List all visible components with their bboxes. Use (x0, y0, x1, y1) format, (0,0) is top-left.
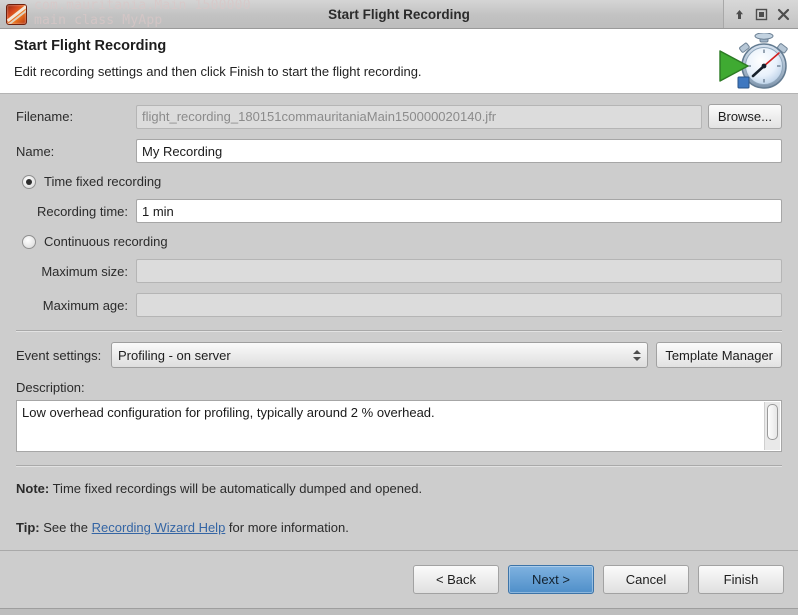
maximum-size-input[interactable] (136, 259, 782, 283)
maximum-size-label: Maximum size: (41, 263, 128, 279)
maximum-age-row: Maximum age: (16, 293, 782, 317)
description-scrollbar[interactable] (764, 402, 780, 450)
description-text: Low overhead configuration for profiling… (22, 405, 435, 420)
time-fixed-label: Time fixed recording (44, 174, 162, 189)
maximize-icon[interactable] (750, 1, 772, 27)
event-settings-value: Profiling - on server (118, 347, 231, 363)
recording-wizard-help-link[interactable]: Recording Wizard Help (92, 520, 226, 535)
separator-above-note (16, 465, 782, 467)
maximum-age-input[interactable] (136, 293, 782, 317)
continuous-radio[interactable] (22, 234, 36, 249)
filename-input[interactable] (136, 104, 702, 129)
page-title: Start Flight Recording (14, 38, 167, 54)
maximum-size-row: Maximum size: (16, 259, 782, 283)
time-fixed-radio-row[interactable]: Time fixed recording (16, 174, 782, 189)
recording-time-input[interactable] (136, 199, 782, 223)
wizard-header: Start Flight Recording Edit recording se… (0, 29, 798, 94)
name-label: Name: (16, 143, 55, 159)
maximum-age-label: Maximum age: (42, 297, 128, 313)
filename-row: Filename: Browse... (16, 104, 782, 129)
continuous-radio-row[interactable]: Continuous recording (16, 234, 782, 249)
tip-text: Tip: See the Recording Wizard Help for m… (16, 520, 782, 535)
note-text: Note: Time fixed recordings will be auto… (16, 481, 782, 496)
window-controls (723, 0, 798, 28)
browse-button[interactable]: Browse... (707, 104, 782, 129)
description-label: Description: (16, 380, 85, 395)
close-icon[interactable] (772, 1, 794, 27)
tip-body-before: See the (39, 520, 92, 535)
cancel-button[interactable]: Cancel (603, 565, 689, 594)
tip-body-after: for more information. (225, 520, 349, 535)
page-subtitle: Edit recording settings and then click F… (14, 64, 422, 79)
chevron-updown-icon (633, 343, 642, 367)
window-title: Start Flight Recording (328, 6, 470, 22)
stopwatch-play-icon (712, 32, 790, 96)
template-manager-button[interactable]: Template Manager (656, 342, 782, 368)
tip-prefix: Tip: (16, 520, 40, 535)
title-bar: com.mauritania.Main 1500000 main class M… (0, 0, 798, 29)
next-button[interactable]: Next > (508, 565, 594, 594)
window-bottom-edge (0, 608, 798, 615)
start-flight-recording-dialog: com.mauritania.Main 1500000 main class M… (0, 0, 798, 615)
note-prefix: Note: (16, 481, 50, 496)
filename-label: Filename: (16, 109, 74, 124)
event-settings-row: Event settings: Profiling - on server Te… (16, 342, 782, 368)
back-button[interactable]: < Back (413, 565, 499, 594)
finish-button[interactable]: Finish (698, 565, 784, 594)
event-settings-dropdown[interactable]: Profiling - on server (111, 342, 649, 368)
event-settings-label: Event settings: (16, 347, 102, 363)
recording-time-row: Recording time: (16, 199, 782, 223)
dialog-body: Filename: Browse... Name: Time fixed rec… (0, 94, 798, 550)
continuous-label: Continuous recording (44, 234, 168, 249)
description-textarea[interactable]: Low overhead configuration for profiling… (16, 400, 782, 452)
name-input[interactable] (136, 139, 782, 163)
note-body: Time fixed recordings will be automatica… (49, 481, 423, 496)
shade-up-arrow-icon[interactable] (728, 1, 750, 27)
dialog-button-bar: < Back Next > Cancel Finish (0, 550, 798, 608)
recording-time-label: Recording time: (36, 203, 128, 219)
description-scrollbar-thumb[interactable] (767, 404, 778, 440)
time-fixed-radio[interactable] (22, 174, 36, 189)
separator-above-event-settings (16, 330, 782, 332)
name-row: Name: (16, 139, 782, 163)
